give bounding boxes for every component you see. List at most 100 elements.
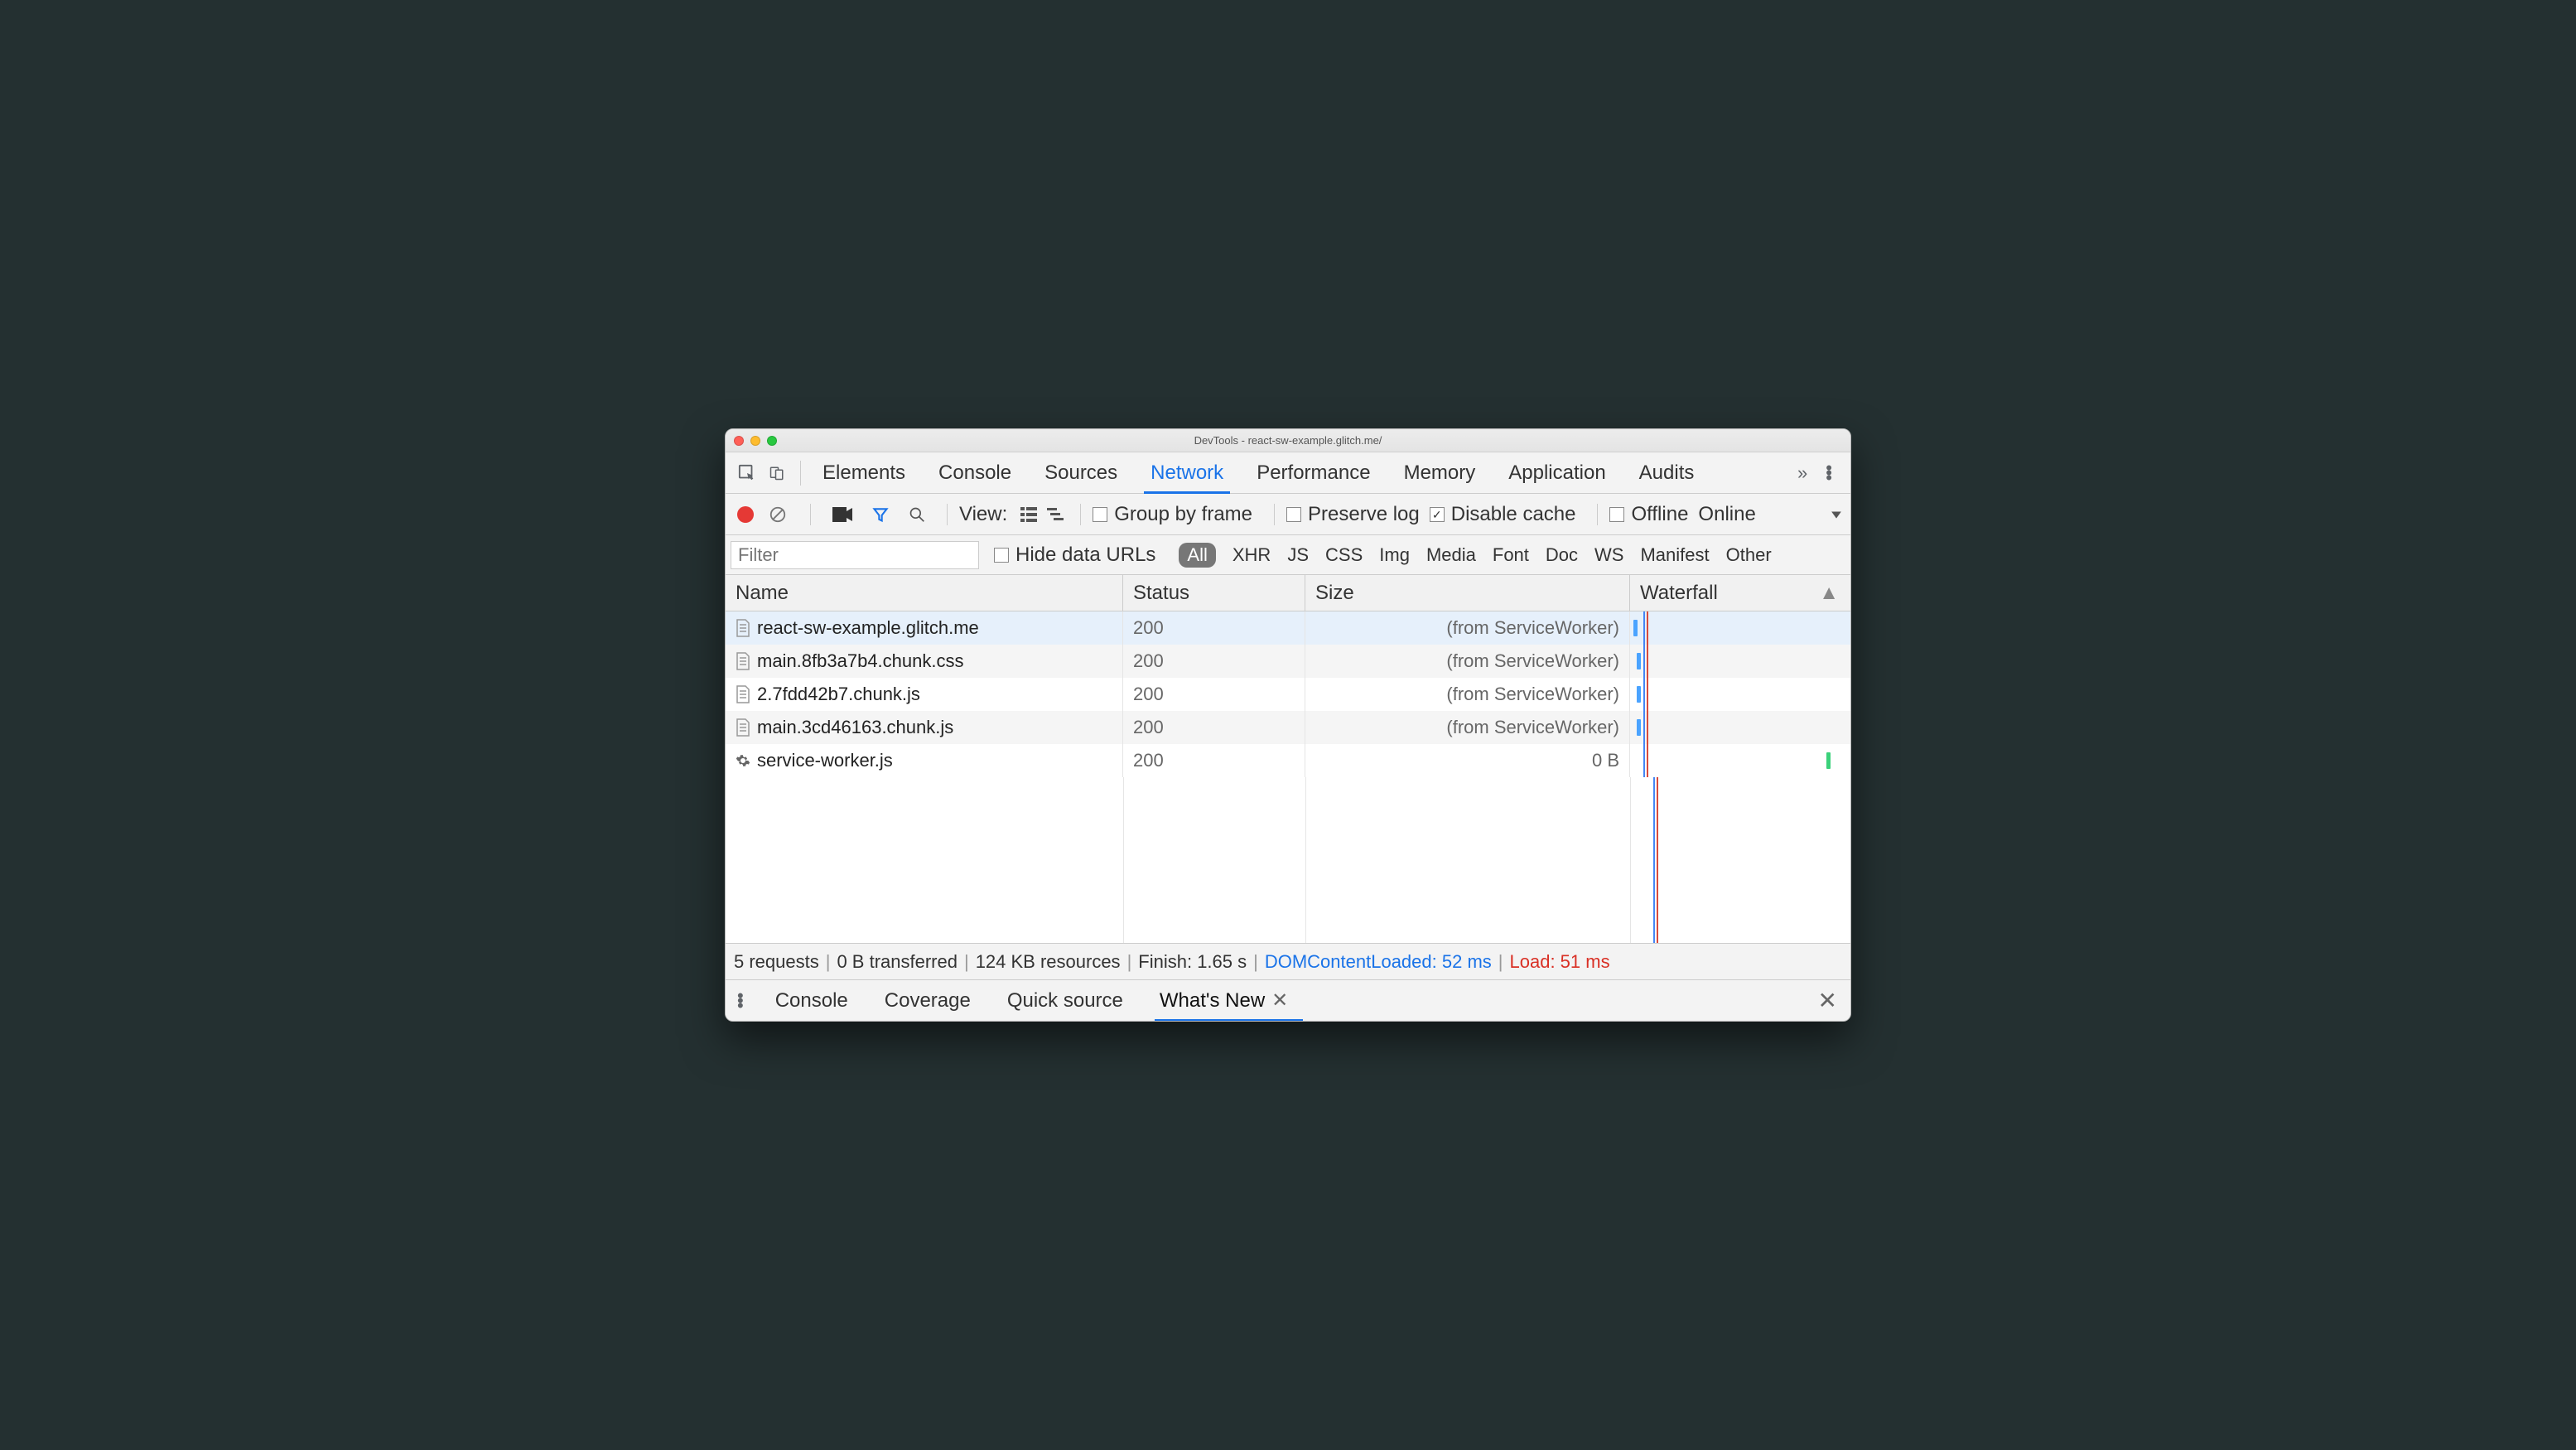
cell-status: 200: [1123, 611, 1305, 645]
drawer-tab-quick-source[interactable]: Quick source: [1007, 980, 1123, 1021]
filter-type-font[interactable]: Font: [1493, 544, 1529, 566]
preserve-log-checkbox[interactable]: [1286, 507, 1301, 522]
large-rows-icon[interactable]: [1020, 506, 1037, 523]
search-icon[interactable]: [909, 506, 925, 523]
table-header: Name Status Size Waterfall ▲: [726, 575, 1850, 611]
drawer-menu-icon[interactable]: •••: [734, 993, 757, 1008]
filter-type-all[interactable]: All: [1179, 543, 1215, 568]
drawer-close-icon[interactable]: ✕: [1818, 987, 1842, 1014]
table-row[interactable]: react-sw-example.glitch.me200(from Servi…: [726, 611, 1850, 645]
drawer-tab-what-s-new[interactable]: What's New✕: [1160, 980, 1288, 1021]
disable-cache-checkbox[interactable]: [1430, 507, 1445, 522]
network-table: Name Status Size Waterfall ▲ react-sw-ex…: [726, 575, 1850, 943]
drawer-tab-coverage[interactable]: Coverage: [885, 980, 971, 1021]
tab-sources[interactable]: Sources: [1044, 452, 1117, 493]
inspect-element-icon[interactable]: [732, 464, 762, 482]
filter-icon[interactable]: [872, 506, 889, 523]
throttling-select[interactable]: Online: [1698, 503, 1755, 526]
screenshot-icon[interactable]: [832, 507, 852, 522]
disable-cache-label: Disable cache: [1451, 503, 1576, 526]
filter-type-ws[interactable]: WS: [1594, 544, 1623, 566]
filter-type-xhr[interactable]: XHR: [1233, 544, 1271, 566]
document-icon: [736, 619, 750, 637]
waterfall-view-icon[interactable]: [1047, 506, 1064, 523]
tab-performance[interactable]: Performance: [1257, 452, 1370, 493]
status-domcontentloaded: DOMContentLoaded: 52 ms: [1265, 951, 1492, 973]
filter-bar: Hide data URLs All XHR JS CSS Img Media Font Do…: [726, 535, 1850, 575]
group-by-frame-checkbox[interactable]: [1093, 507, 1107, 522]
filter-type-js[interactable]: JS: [1287, 544, 1309, 566]
filter-type-img[interactable]: Img: [1379, 544, 1410, 566]
cell-status: 200: [1123, 645, 1305, 678]
window-title: DevTools - react-sw-example.glitch.me/: [726, 434, 1850, 447]
cell-name: main.3cd46163.chunk.js: [726, 711, 1123, 744]
filter-type-media[interactable]: Media: [1426, 544, 1476, 566]
table-row[interactable]: 2.7fdd42b7.chunk.js200(from ServiceWorke…: [726, 678, 1850, 711]
minimize-window-button[interactable]: [750, 436, 760, 446]
view-label: View:: [959, 503, 1007, 526]
filter-type-doc[interactable]: Doc: [1546, 544, 1578, 566]
cell-size: (from ServiceWorker): [1305, 711, 1630, 744]
col-status[interactable]: Status: [1123, 575, 1305, 611]
drawer: ••• Console Coverage Quick source What's Ne…: [726, 979, 1850, 1021]
col-name[interactable]: Name: [726, 575, 1123, 611]
col-waterfall-label: Waterfall: [1640, 582, 1718, 605]
close-window-button[interactable]: [734, 436, 744, 446]
tab-application[interactable]: Application: [1508, 452, 1605, 493]
status-resources: 124 KB resources: [976, 951, 1121, 973]
device-toolbar-icon[interactable]: [762, 463, 792, 483]
status-finish: Finish: 1.65 s: [1138, 951, 1247, 973]
filter-type-manifest[interactable]: Manifest: [1640, 544, 1709, 566]
table-row[interactable]: main.3cd46163.chunk.js200(from ServiceWo…: [726, 711, 1850, 744]
titlebar: DevTools - react-sw-example.glitch.me/: [726, 429, 1850, 452]
separator: [947, 504, 948, 525]
close-tab-icon[interactable]: ✕: [1271, 988, 1288, 1013]
col-size[interactable]: Size: [1305, 575, 1630, 611]
sort-ascending-icon: ▲: [1819, 582, 1839, 605]
status-load: Load: 51 ms: [1510, 951, 1610, 973]
filter-input[interactable]: [731, 541, 979, 569]
hide-data-urls-label: Hide data URLs: [1015, 544, 1155, 567]
tab-network[interactable]: Network: [1151, 452, 1223, 493]
status-transferred: 0 B transferred: [837, 951, 958, 973]
tab-audits[interactable]: Audits: [1639, 452, 1695, 493]
col-waterfall[interactable]: Waterfall ▲: [1630, 575, 1850, 611]
separator: [800, 461, 801, 486]
zoom-window-button[interactable]: [767, 436, 777, 446]
cell-status: 200: [1123, 711, 1305, 744]
tab-memory[interactable]: Memory: [1404, 452, 1476, 493]
tab-elements[interactable]: Elements: [822, 452, 905, 493]
record-button[interactable]: [737, 506, 754, 523]
table-row[interactable]: main.8fb3a7b4.chunk.css200(from ServiceW…: [726, 645, 1850, 678]
clear-button[interactable]: [769, 505, 787, 524]
cell-waterfall: [1630, 744, 1850, 777]
separator: [810, 504, 811, 525]
status-bar: 5 requests| 0 B transferred| 124 KB reso…: [726, 943, 1850, 979]
network-toolbar: View: Group by frame Preserve log Disabl…: [726, 494, 1850, 535]
filter-type-other[interactable]: Other: [1726, 544, 1772, 566]
cell-waterfall: [1630, 645, 1850, 678]
cell-name: 2.7fdd42b7.chunk.js: [726, 678, 1123, 711]
separator: [1597, 504, 1598, 525]
cell-status: 200: [1123, 744, 1305, 777]
offline-checkbox[interactable]: [1609, 507, 1624, 522]
drawer-tab-console[interactable]: Console: [775, 980, 848, 1021]
cell-status: 200: [1123, 678, 1305, 711]
cell-name: service-worker.js: [726, 744, 1123, 777]
gear-icon: [736, 752, 750, 770]
cell-size: (from ServiceWorker): [1305, 611, 1630, 645]
settings-menu-icon[interactable]: •••: [1814, 466, 1844, 481]
throttling-caret-icon[interactable]: [1831, 509, 1842, 520]
group-by-frame-label: Group by frame: [1114, 503, 1252, 526]
document-icon: [736, 652, 750, 670]
hide-data-urls-checkbox[interactable]: [994, 548, 1009, 563]
separator: [1080, 504, 1081, 525]
window-controls: [726, 436, 777, 446]
filter-type-css[interactable]: CSS: [1325, 544, 1363, 566]
overflow-tabs-icon[interactable]: »: [1787, 462, 1814, 484]
cell-waterfall: [1630, 711, 1850, 744]
status-requests: 5 requests: [734, 951, 819, 973]
table-row[interactable]: service-worker.js2000 B: [726, 744, 1850, 777]
document-icon: [736, 685, 750, 703]
tab-console[interactable]: Console: [938, 452, 1011, 493]
